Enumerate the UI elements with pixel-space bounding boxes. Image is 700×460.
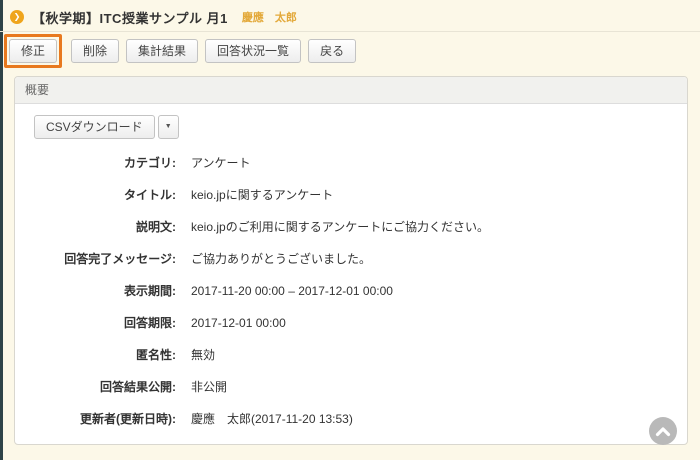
field-row-completion-message: 回答完了メッセージ: ご協力ありがとうございました。 [21,243,687,275]
field-label: 匿名性: [21,346,176,364]
field-row-updated-by: 更新者(更新日時): 慶應 太郎(2017-11-20 13:53) [21,403,687,435]
field-value: 2017-11-20 00:00 – 2017-12-01 00:00 [191,282,393,300]
field-label: タイトル: [21,186,176,204]
field-row-anonymity: 匿名性: 無効 [21,339,687,371]
field-label: 回答期限: [21,314,176,332]
field-value: 2017-12-01 00:00 [191,314,286,332]
field-list: カテゴリ: アンケート タイトル: keio.jpに関するアンケート 説明文: … [15,147,687,435]
scroll-to-top-button[interactable] [649,417,677,445]
edit-button[interactable]: 修正 [9,39,57,63]
field-label: 回答完了メッセージ: [21,250,176,268]
left-edge-strip [0,0,3,460]
back-button[interactable]: 戻る [308,39,356,63]
field-row-description: 説明文: keio.jpのご利用に関するアンケートにご協力ください。 [21,211,687,243]
field-value: keio.jpに関するアンケート [191,186,333,204]
field-row-display-period: 表示期間: 2017-11-20 00:00 – 2017-12-01 00:0… [21,275,687,307]
field-value: 慶應 太郎(2017-11-20 13:53) [191,410,353,428]
chevron-right-bullet-icon: ❯ [10,10,24,24]
page-header: ❯ 【秋学期】ITC授業サンプル 月1 慶應 太郎 [0,0,700,27]
field-label: 回答結果公開: [21,378,176,396]
aggregate-results-button[interactable]: 集計結果 [126,39,198,63]
field-row-category: カテゴリ: アンケート [21,147,687,179]
owner-name: 慶應 太郎 [242,9,297,25]
page-title: 【秋学期】ITC授業サンプル 月1 [32,8,228,27]
chevron-up-icon [655,426,671,437]
csv-download-button[interactable]: CSVダウンロード [34,115,155,139]
field-row-results-publication: 回答結果公開: 非公開 [21,371,687,403]
csv-download-split-button: CSVダウンロード ▼ [34,115,687,139]
field-row-answer-deadline: 回答期限: 2017-12-01 00:00 [21,307,687,339]
annotation-highlight-box: 修正 [4,34,62,68]
summary-panel: 概要 CSVダウンロード ▼ カテゴリ: アンケート タイトル: keio.jp… [14,76,688,445]
field-label: 更新者(更新日時): [21,410,176,428]
response-status-list-button[interactable]: 回答状況一覧 [205,39,301,63]
header-divider [0,31,700,32]
field-value: アンケート [191,154,251,172]
field-value: keio.jpのご利用に関するアンケートにご協力ください。 [191,218,489,236]
field-value: 非公開 [191,378,227,396]
field-label: カテゴリ: [21,154,176,172]
field-value: ご協力ありがとうございました。 [191,250,371,268]
field-label: 説明文: [21,218,176,236]
panel-title: 概要 [15,77,687,104]
toolbar: 修正 削除 集計結果 回答状況一覧 戻る [0,35,700,67]
field-row-title: タイトル: keio.jpに関するアンケート [21,179,687,211]
csv-caret-dropdown-button[interactable]: ▼ [158,115,179,139]
delete-button[interactable]: 削除 [71,39,119,63]
caret-down-icon: ▼ [165,123,172,130]
field-value: 無効 [191,346,215,364]
field-label: 表示期間: [21,282,176,300]
